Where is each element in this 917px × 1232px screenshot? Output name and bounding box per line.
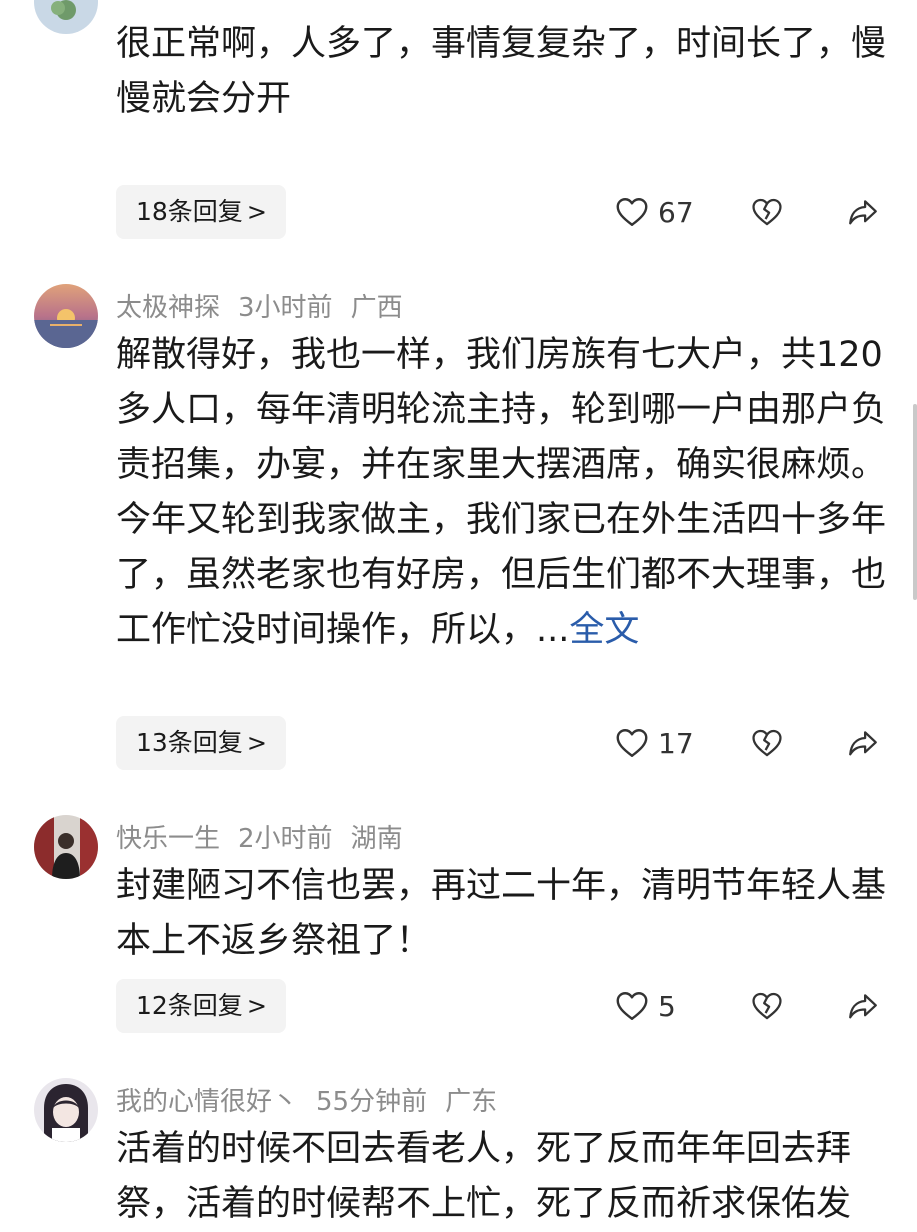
chevron-right-icon: > xyxy=(246,198,267,226)
username[interactable]: 快乐一生 xyxy=(116,824,220,854)
avatar[interactable] xyxy=(34,815,98,879)
broken-heart-icon xyxy=(752,992,782,1020)
share-arrow-icon xyxy=(849,200,877,225)
heart-outline-icon xyxy=(616,198,648,226)
avatar[interactable] xyxy=(34,284,98,348)
dislike-button[interactable] xyxy=(750,979,786,1033)
reply-count-label: 18条回复 xyxy=(136,197,243,226)
like-count: 17 xyxy=(658,726,694,760)
like-button[interactable]: 67 xyxy=(614,185,694,239)
share-arrow-icon xyxy=(849,994,877,1019)
timestamp: 3小时前 xyxy=(238,293,333,323)
avatar[interactable] xyxy=(34,0,98,34)
scrollbar[interactable] xyxy=(913,404,917,600)
like-count: 5 xyxy=(658,989,676,1023)
heart-outline-icon xyxy=(616,992,648,1020)
dislike-button[interactable] xyxy=(750,716,786,770)
reply-count-label: 12条回复 xyxy=(136,991,243,1020)
comment-text: 封建陋习不信也罢，再过二十年，清明节年轻人基本上不返乡祭祖了！ xyxy=(116,866,887,961)
comment-meta: 快乐一生 2小时前 湖南 xyxy=(116,818,421,855)
like-count: 67 xyxy=(658,195,694,229)
broken-heart-icon xyxy=(752,729,782,757)
comment-text: 解散得好，我也一样，我们房族有七大户，共120多人口，每年清明轮流主持，轮到哪一… xyxy=(116,328,886,658)
dislike-button[interactable] xyxy=(750,185,786,239)
share-button[interactable] xyxy=(846,716,882,770)
location: 湖南 xyxy=(350,824,403,854)
comment-meta: 我的心情很好丶 55分钟前 广东 xyxy=(116,1081,515,1118)
reply-count-button[interactable]: 18条回复 > xyxy=(116,185,286,239)
reply-count-button[interactable]: 12条回复 > xyxy=(116,979,286,1033)
comment-text: 活着的时候不回去看老人，死了反而年年回去拜祭，活着的时候帮不上忙，死了反而祈求保… xyxy=(116,1129,852,1224)
like-button[interactable]: 17 xyxy=(614,716,694,770)
comment-meta: 太极神探 3小时前 广西 xyxy=(116,287,421,324)
chevron-right-icon: > xyxy=(246,992,267,1020)
share-button[interactable] xyxy=(846,979,882,1033)
timestamp: 55分钟前 xyxy=(316,1087,428,1117)
username[interactable]: 太极神探 xyxy=(116,293,220,323)
chevron-right-icon: > xyxy=(246,729,267,757)
reply-count-label: 13条回复 xyxy=(136,728,243,757)
share-button[interactable] xyxy=(846,185,882,239)
location: 广西 xyxy=(350,293,403,323)
username[interactable]: 我的心情很好丶 xyxy=(116,1087,298,1117)
share-arrow-icon xyxy=(849,731,877,756)
reply-count-button[interactable]: 13条回复 > xyxy=(116,716,286,770)
timestamp: 2小时前 xyxy=(238,824,333,854)
full-text-link[interactable]: 全文 xyxy=(569,610,639,650)
comment-body: 解散得好，我也一样，我们房族有七大户，共120多人口，每年清明轮流主持，轮到哪一… xyxy=(116,335,887,650)
location: 广东 xyxy=(445,1087,498,1117)
heart-outline-icon xyxy=(616,729,648,757)
comment-text: 很正常啊，人多了，事情复复杂了，时间长了，慢慢就会分开 xyxy=(116,24,887,119)
like-button[interactable]: 5 xyxy=(614,979,676,1033)
avatar[interactable] xyxy=(34,1078,98,1142)
broken-heart-icon xyxy=(752,198,782,226)
